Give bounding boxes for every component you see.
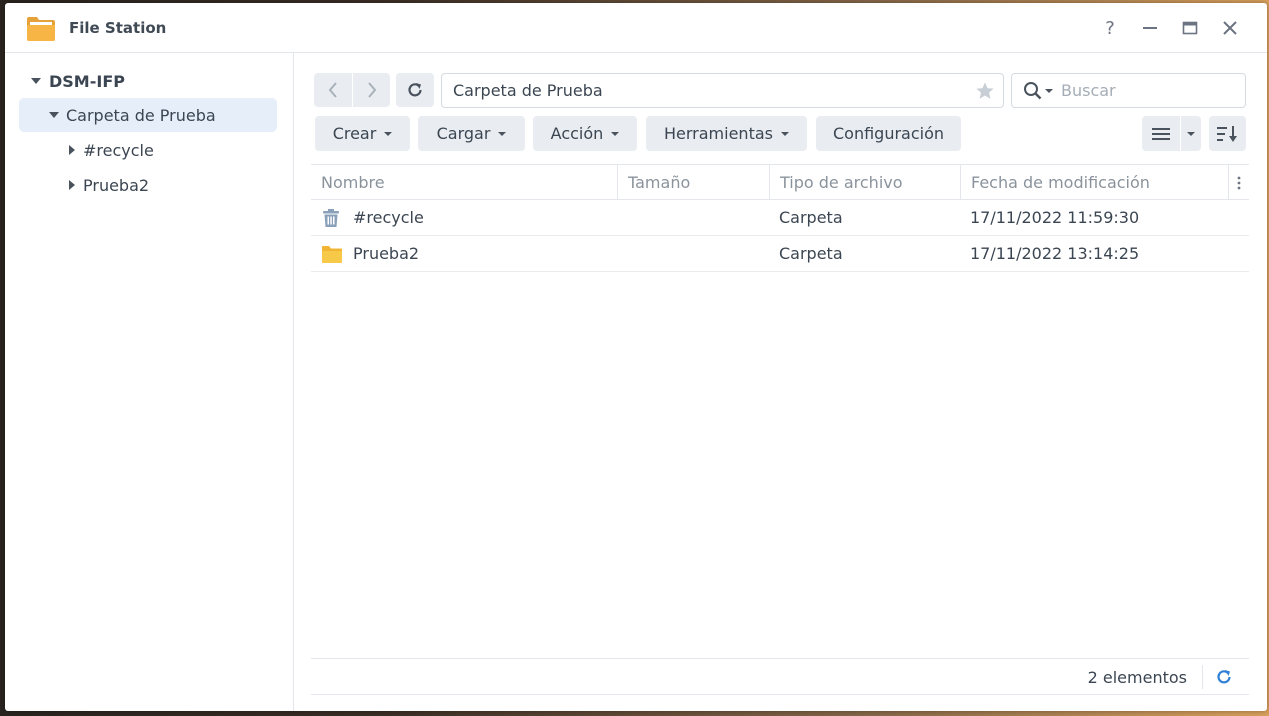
status-footer: 2 elementos bbox=[311, 658, 1249, 695]
tree-item-recycle[interactable]: #recycle bbox=[19, 133, 277, 167]
column-header-label: Tamaño bbox=[628, 173, 691, 192]
sort-button[interactable] bbox=[1209, 116, 1246, 151]
chevron-down-icon bbox=[780, 131, 789, 136]
chevron-right-icon[interactable] bbox=[69, 145, 75, 155]
settings-button[interactable]: Configuración bbox=[816, 116, 961, 151]
chevron-down-icon bbox=[611, 131, 620, 136]
list-view-button[interactable] bbox=[1142, 116, 1180, 151]
chevron-down-icon bbox=[498, 131, 507, 136]
tree-root-label: DSM-IFP bbox=[49, 71, 125, 91]
help-button[interactable]: ? bbox=[1098, 16, 1122, 40]
forward-button[interactable] bbox=[352, 73, 390, 107]
column-options-button[interactable] bbox=[1228, 165, 1249, 200]
close-button[interactable] bbox=[1218, 16, 1242, 40]
name-cell: Prueba2 bbox=[321, 236, 419, 271]
chevron-right-icon bbox=[367, 82, 376, 98]
search-input[interactable] bbox=[1061, 81, 1231, 100]
view-mode-toggle bbox=[1142, 116, 1201, 151]
file-name: Prueba2 bbox=[353, 244, 420, 263]
tree-item-label: Carpeta de Prueba bbox=[66, 105, 216, 125]
type-cell: Carpeta bbox=[779, 244, 843, 263]
minimize-icon bbox=[1143, 27, 1157, 29]
chevron-down-icon bbox=[384, 131, 393, 136]
table-header: Nombre Tamaño Tipo de archivo Fecha de m… bbox=[311, 164, 1249, 200]
chevron-down-icon[interactable] bbox=[31, 78, 41, 84]
search-icon[interactable] bbox=[1023, 81, 1043, 101]
refresh-button[interactable] bbox=[396, 73, 434, 107]
tree-item-label: #recycle bbox=[83, 140, 154, 160]
footer-divider bbox=[1202, 665, 1203, 689]
name-cell: #recycle bbox=[321, 200, 424, 235]
item-count: 2 elementos bbox=[1087, 668, 1187, 687]
action-button-label: Acción bbox=[550, 124, 604, 143]
create-button[interactable]: Crear bbox=[315, 116, 410, 151]
maximize-icon bbox=[1182, 21, 1198, 35]
column-header-label: Tipo de archivo bbox=[780, 173, 903, 192]
upload-button[interactable]: Cargar bbox=[418, 116, 525, 151]
column-header-name[interactable]: Nombre bbox=[311, 165, 617, 200]
file-station-app-icon bbox=[27, 17, 55, 41]
maximize-button[interactable] bbox=[1178, 16, 1202, 40]
column-header-label: Fecha de modificación bbox=[971, 173, 1150, 192]
column-header-label: Nombre bbox=[321, 173, 385, 192]
create-button-label: Crear bbox=[332, 124, 377, 143]
file-name: #recycle bbox=[353, 208, 424, 227]
table-row[interactable]: #recycle Carpeta 17/11/2022 11:59:30 bbox=[311, 200, 1249, 236]
sort-icon bbox=[1216, 125, 1237, 142]
trash-icon bbox=[323, 208, 339, 227]
minimize-button[interactable] bbox=[1138, 16, 1162, 40]
chevron-down-icon[interactable] bbox=[1045, 88, 1053, 93]
close-icon bbox=[1223, 21, 1237, 35]
folder-icon bbox=[322, 245, 342, 263]
type-cell: Carpeta bbox=[779, 208, 843, 227]
more-vertical-icon bbox=[1237, 176, 1241, 189]
view-options-dropdown[interactable] bbox=[1180, 116, 1201, 151]
modified-cell: 17/11/2022 11:59:30 bbox=[970, 208, 1140, 227]
column-header-size[interactable]: Tamaño bbox=[617, 165, 769, 200]
refresh-icon bbox=[408, 83, 422, 97]
refresh-icon[interactable] bbox=[1215, 668, 1233, 686]
upload-button-label: Cargar bbox=[436, 124, 491, 143]
tree-item-prueba2[interactable]: Prueba2 bbox=[19, 168, 277, 202]
back-button[interactable] bbox=[314, 73, 352, 107]
history-nav bbox=[314, 73, 390, 107]
table-row[interactable]: Prueba2 Carpeta 17/11/2022 13:14:25 bbox=[311, 236, 1249, 272]
help-icon: ? bbox=[1105, 17, 1115, 39]
window-title: File Station bbox=[69, 19, 167, 37]
file-list-table: Nombre Tamaño Tipo de archivo Fecha de m… bbox=[311, 164, 1249, 272]
tools-button[interactable]: Herramientas bbox=[646, 116, 807, 151]
chevron-left-icon bbox=[328, 82, 337, 98]
path-bar[interactable]: Carpeta de Prueba bbox=[441, 73, 1004, 108]
modified-cell: 17/11/2022 13:14:25 bbox=[970, 244, 1140, 263]
folder-tree-sidebar: DSM-IFP Carpeta de Prueba #recycle Prueb… bbox=[5, 53, 294, 711]
search-box[interactable] bbox=[1011, 73, 1246, 108]
chevron-right-icon[interactable] bbox=[69, 180, 75, 190]
chevron-down-icon[interactable] bbox=[49, 112, 59, 118]
title-bar: File Station ? bbox=[5, 3, 1267, 53]
main-panel: Carpeta de Prueba Crear Cargar Acción bbox=[295, 53, 1267, 711]
chevron-down-icon bbox=[1187, 131, 1195, 136]
file-station-window: File Station ? DSM-IFP Carpeta de Prueba… bbox=[5, 3, 1267, 711]
tools-button-label: Herramientas bbox=[664, 124, 773, 143]
tree-item-carpeta-de-prueba[interactable]: Carpeta de Prueba bbox=[19, 98, 277, 132]
star-icon[interactable] bbox=[975, 81, 995, 101]
action-button[interactable]: Acción bbox=[533, 116, 637, 151]
tree-item-label: Prueba2 bbox=[83, 175, 150, 195]
list-view-icon bbox=[1152, 127, 1170, 140]
settings-button-label: Configuración bbox=[832, 124, 945, 143]
column-header-type[interactable]: Tipo de archivo bbox=[769, 165, 960, 200]
tree-root-dsm-ifp[interactable]: DSM-IFP bbox=[19, 64, 277, 98]
current-path: Carpeta de Prueba bbox=[453, 81, 603, 100]
column-header-modified[interactable]: Fecha de modificación bbox=[960, 165, 1228, 200]
